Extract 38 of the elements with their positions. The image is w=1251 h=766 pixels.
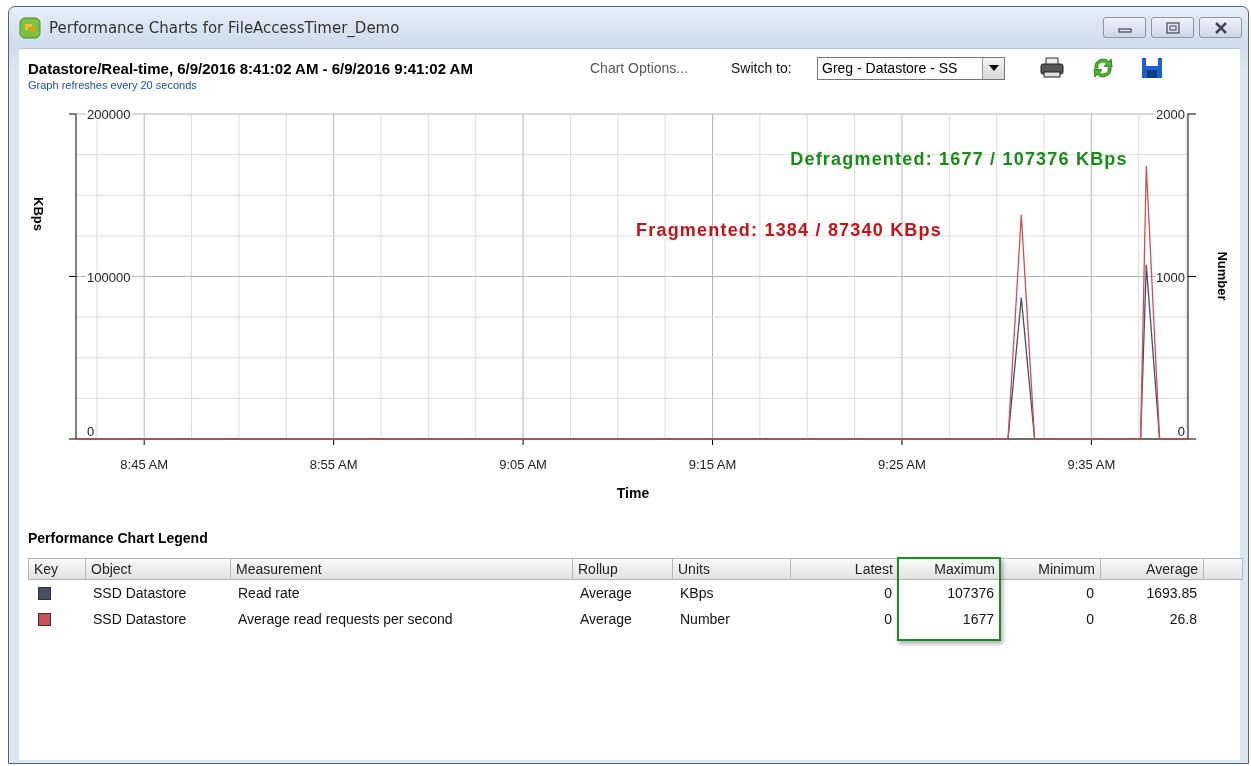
table-cell-text: 1677 xyxy=(961,610,995,629)
switch-label: Switch to: xyxy=(731,60,793,76)
refresh-note: Graph refreshes every 20 seconds xyxy=(28,79,198,92)
table-cell-text: KBps xyxy=(679,584,715,603)
table-cell-text: Average xyxy=(579,610,633,629)
chart-title: Datastore/Real-time, 6/9/2016 8:41:02 AM - 6/9/2016 9:41:02 AM xyxy=(28,59,474,77)
annotation-label: Defragmented: 1677 / 107376 KBps xyxy=(790,149,1128,169)
tick-label: 0 xyxy=(1177,424,1185,439)
tick-label: 9:15 AM xyxy=(688,457,737,472)
tick-label: 8:45 AM xyxy=(120,457,169,472)
table-cell-text: Average read requests per second xyxy=(237,610,454,629)
table-cell-text: 26.8 xyxy=(1168,610,1198,629)
axis-title: Time xyxy=(616,485,650,501)
tick-label: 8:55 AM xyxy=(309,457,358,472)
tick-label: 100000 xyxy=(87,269,131,285)
tick-label: 9:05 AM xyxy=(499,457,547,472)
table-cell-text: Number xyxy=(679,610,731,629)
table-cell-text: SSD Datastore xyxy=(92,610,188,629)
table-cell-text: 0 xyxy=(1085,584,1095,603)
legend-title: Performance Chart Legend xyxy=(28,530,208,546)
tick-label: 2000 xyxy=(1156,107,1185,122)
axis-title: KBps xyxy=(31,197,46,231)
tick-label: 9:35 AM xyxy=(1067,457,1116,472)
table-cell-text: 1693.85 xyxy=(1145,584,1198,603)
axis-title: Number xyxy=(1215,251,1230,301)
tick-label: 9:25 AM xyxy=(878,457,926,472)
table-cell-text: 107376 xyxy=(946,584,995,603)
tick-label: 0 xyxy=(87,424,95,439)
table-cell-text: SSD Datastore xyxy=(92,584,188,603)
table-cell-text: Read rate xyxy=(237,584,301,603)
table-cell-text: 0 xyxy=(883,584,893,603)
table-cell-text: Average xyxy=(579,584,633,603)
window-title: Performance Charts for FileAccessTimer_Demo xyxy=(49,18,401,37)
table-cell-text: 0 xyxy=(1085,610,1095,629)
tick-label: 200000 xyxy=(87,107,131,122)
tick-label: 1000 xyxy=(1156,269,1185,285)
annotation-label: Fragmented: 1384 / 87340 KBps xyxy=(636,220,942,240)
table-cell-text: 0 xyxy=(883,610,893,629)
